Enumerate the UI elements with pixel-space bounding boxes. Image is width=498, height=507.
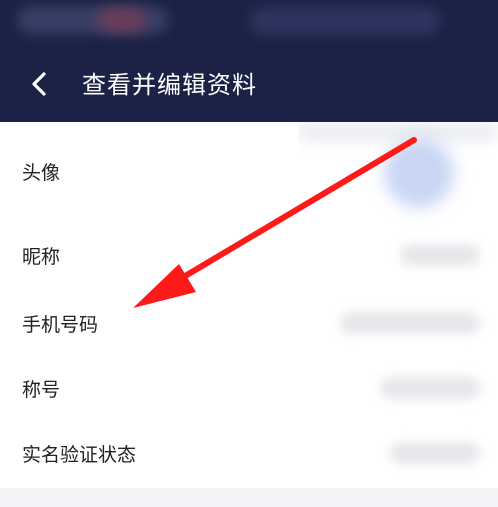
row-title[interactable]: 称号 — [0, 357, 498, 423]
title-value-blurred — [380, 377, 480, 399]
row-label-avatar: 头像 — [22, 162, 61, 184]
phone-number-value-blurred — [340, 312, 480, 334]
row-label-phone-number: 手机号码 — [22, 314, 99, 336]
row-nickname[interactable]: 昵称 — [0, 224, 498, 290]
row-verification-status[interactable]: 实名验证状态 — [0, 422, 498, 488]
row-label-nickname: 昵称 — [22, 246, 61, 268]
nickname-value-blurred — [400, 244, 480, 266]
verification-status-value-blurred — [390, 442, 480, 464]
page-title: 查看并编辑资料 — [82, 71, 257, 99]
bottom-strip — [0, 488, 498, 507]
navigation-bar: 查看并编辑资料 — [0, 48, 498, 122]
row-label-verification-status: 实名验证状态 — [22, 444, 137, 466]
row-avatar[interactable]: 头像 — [0, 138, 498, 208]
status-bar-blur — [250, 8, 440, 34]
back-button[interactable] — [22, 66, 58, 102]
blur-patch — [298, 122, 498, 142]
row-label-title: 称号 — [22, 379, 61, 401]
row-phone-number[interactable]: 手机号码 — [0, 292, 498, 358]
status-bar — [0, 0, 498, 48]
avatar[interactable] — [384, 138, 454, 208]
profile-list: 头像 昵称 手机号码 称号 实名验证状态 — [0, 122, 498, 488]
chevron-left-icon — [32, 72, 46, 96]
status-bar-blur-accent — [98, 8, 146, 32]
